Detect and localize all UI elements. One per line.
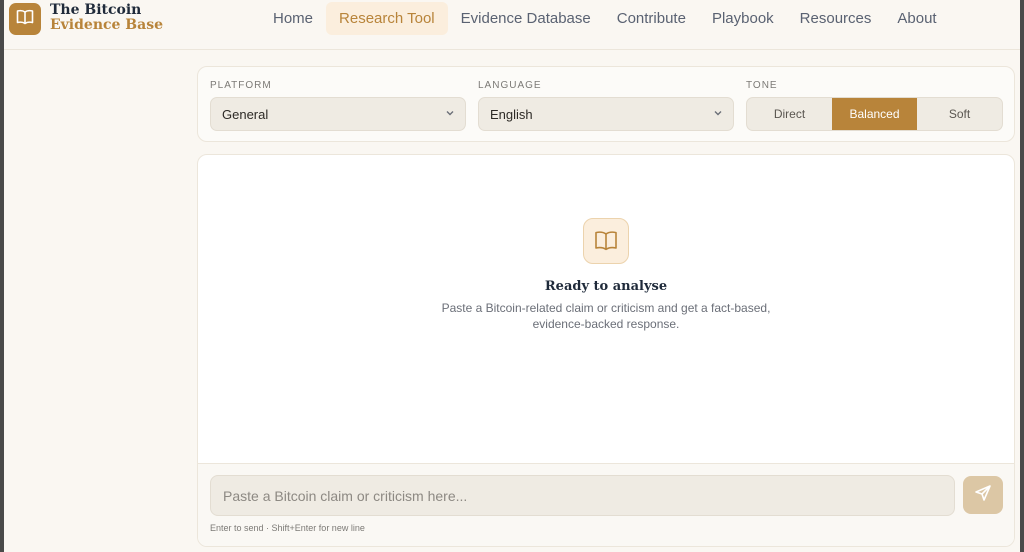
brand-line-1: The Bitcoin <box>50 2 142 18</box>
nav-home[interactable]: Home <box>260 2 326 35</box>
tone-balanced-button[interactable]: Balanced <box>832 98 917 130</box>
nav-playbook[interactable]: Playbook <box>699 2 787 35</box>
brand-name[interactable]: The Bitcoin Evidence Base <box>50 3 163 33</box>
chevron-down-icon <box>712 107 724 122</box>
composer-hint: Enter to send · Shift+Enter for new line <box>210 523 365 533</box>
nav-resources[interactable]: Resources <box>787 2 885 35</box>
brand-line-2: Evidence Base <box>50 17 163 33</box>
language-select[interactable]: English <box>478 97 734 131</box>
site-header: The Bitcoin Evidence Base Home Research … <box>4 0 1020 50</box>
nav-evidence-database[interactable]: Evidence Database <box>448 2 604 35</box>
tone-direct-button[interactable]: Direct <box>747 98 832 130</box>
tone-label: TONE <box>746 80 778 91</box>
open-book-icon <box>583 218 629 264</box>
nav-contribute[interactable]: Contribute <box>604 2 699 35</box>
book-icon <box>16 9 34 30</box>
nav-research-tool[interactable]: Research Tool <box>326 1 448 35</box>
settings-panel: PLATFORM General LANGUAGE English TONE D… <box>197 66 1015 142</box>
tone-selector: Direct Balanced Soft <box>746 97 1003 131</box>
platform-value: General <box>222 106 269 122</box>
tone-soft-button[interactable]: Soft <box>917 98 1002 130</box>
platform-label: PLATFORM <box>210 80 272 91</box>
window-frame-right <box>1020 0 1024 552</box>
empty-state-description: Paste a Bitcoin-related claim or critici… <box>441 301 771 331</box>
send-button[interactable] <box>963 476 1003 514</box>
chat-panel: Ready to analyse Paste a Bitcoin-related… <box>197 154 1015 547</box>
chevron-down-icon <box>444 107 456 122</box>
nav-about[interactable]: About <box>884 2 949 35</box>
composer: Enter to send · Shift+Enter for new line <box>198 463 1014 546</box>
send-icon <box>974 484 992 507</box>
claim-input[interactable] <box>210 475 955 516</box>
empty-state-title: Ready to analyse <box>544 279 668 294</box>
main-nav: Home Research Tool Evidence Database Con… <box>260 0 950 36</box>
brand-logo[interactable] <box>9 3 41 35</box>
language-value: English <box>490 106 533 122</box>
window-frame-left <box>0 0 4 552</box>
platform-select[interactable]: General <box>210 97 466 131</box>
language-label: LANGUAGE <box>478 80 542 91</box>
